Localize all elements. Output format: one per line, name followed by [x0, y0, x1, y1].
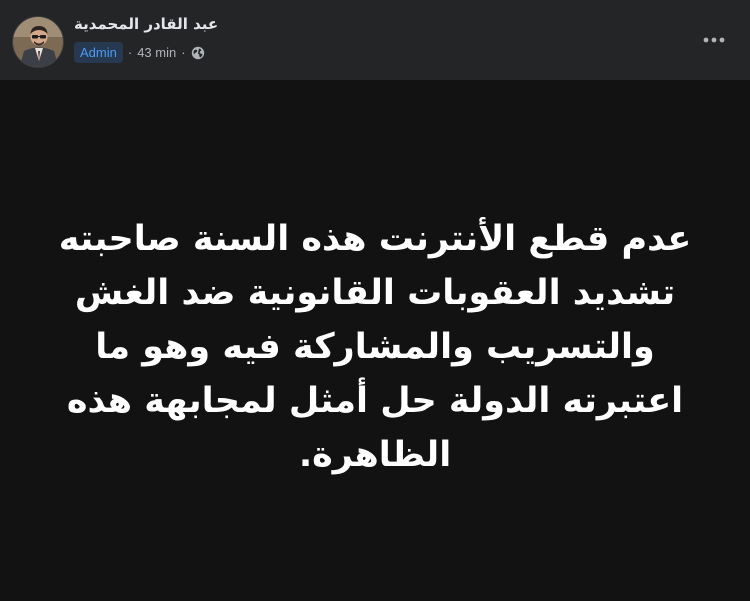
meta-separator: · [127, 44, 133, 60]
post-meta: Admin · 43 min · [74, 41, 205, 63]
author-name[interactable]: عبد القادر المحمدية [74, 15, 218, 33]
avatar-image [13, 17, 63, 67]
post-body: عدم قطع الأنترنت هذه السنة صاحبته تشديد … [0, 80, 750, 601]
post-header: عبد القادر المحمدية Admin · 43 min · [0, 0, 750, 80]
globe-icon-svg [191, 46, 204, 60]
post-text: عدم قطع الأنترنت هذه السنة صاحبته تشديد … [58, 218, 692, 475]
post-timestamp[interactable]: 43 min [137, 45, 176, 60]
admin-badge: Admin [74, 41, 123, 63]
more-horizontal-icon [703, 37, 725, 43]
more-options-button[interactable] [696, 24, 732, 56]
facebook-post: عبد القادر المحمدية Admin · 43 min · عدم… [0, 0, 750, 601]
meta-separator: · [181, 44, 186, 60]
globe-icon[interactable] [191, 45, 205, 60]
author-avatar[interactable] [12, 16, 64, 68]
